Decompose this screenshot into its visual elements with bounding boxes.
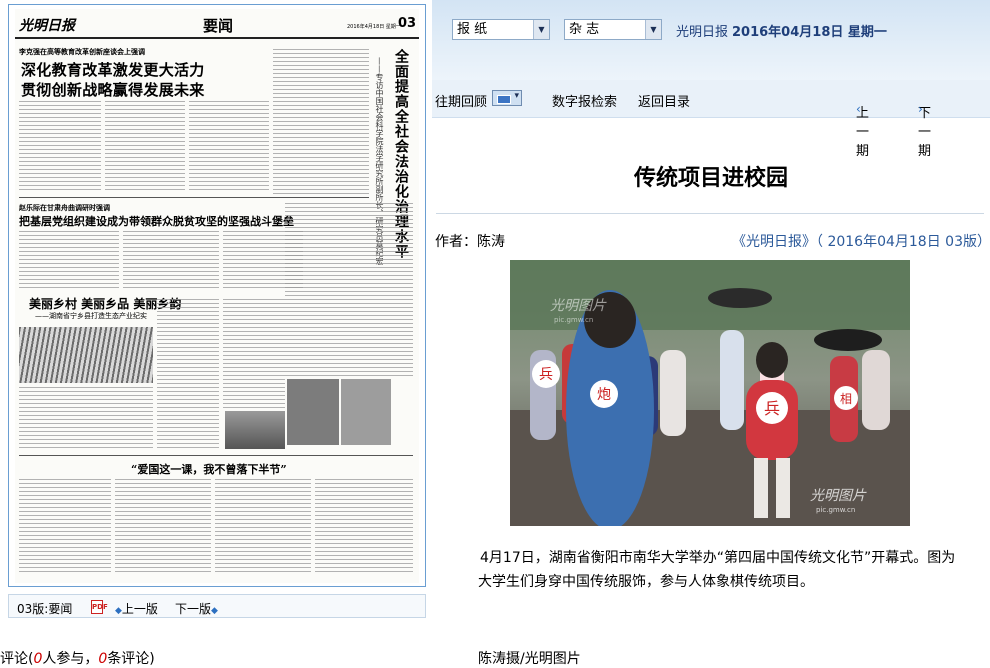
arrow-right-icon: ◆ [211,606,218,616]
chevron-right-icon: › [918,102,923,116]
calendar-dropdown-icon[interactable] [492,90,522,106]
article-source-link[interactable]: 《光明日报》（ 2016年04月18日 03版） [732,231,990,251]
story2-kicker[interactable]: 赵乐际在甘肃舟曲调研时强调 [19,203,110,213]
newspaper-panel: 光明日报 要闻 2016年4月18日 星期一 03 李克强在高等教育改革创新座谈… [0,0,432,668]
magazine-select[interactable]: 杂 志 ▼ [564,19,662,40]
past-issues-link[interactable]: 往期回顾 [435,91,487,110]
newspaper-page-number: 03 [398,16,417,31]
story1-headline-line2[interactable]: 贯彻创新战略赢得发展未来 [21,79,205,100]
story1-headline-line1[interactable]: 深化教育改革激发更大活力 [21,59,205,80]
comment-summary[interactable]: 评论(0人参与，0条评论) [0,648,432,668]
story1-text-col2 [105,101,185,193]
story1-kicker[interactable]: 李克强在高等教育改革创新座谈会上强调 [19,47,145,57]
page-navigation: 03版:要闻 PDF ◆上一版 下一版◆ [8,594,426,618]
story4-text-col3 [215,479,311,575]
digital-search-link[interactable]: 数字报检索 [552,91,617,110]
story4-text-col2 [115,479,211,575]
prev-page-link[interactable]: ◆上一版 [115,600,158,617]
story5-text-top [273,49,369,199]
story3-text-col1 [19,387,153,451]
participant-label: 人参与， [42,651,99,667]
next-page-label: 下一版 [175,602,212,616]
newspaper-header: 光明日报 要闻 2016年4月18日 星期一 03 [15,9,419,39]
chess-piece-label: 炮 [597,387,611,403]
divider [19,455,413,456]
story4-photo[interactable] [225,411,285,449]
comment-count: 0 [98,651,108,667]
next-page-link[interactable]: 下一版◆ [175,600,218,617]
comment-count-label: 条评论) [107,651,155,667]
article-photo[interactable]: 兵 炮 兵 相 光明图片 pic.gmw.cn 光明图片 pic.gmw.cn [510,260,910,526]
chess-piece-label: 相 [840,392,852,406]
photo-watermark: 光明图片 [810,488,867,504]
newspaper-masthead: 光明日报 [19,18,75,34]
story5-photo-a[interactable] [287,379,339,445]
chess-piece-label: 兵 [764,399,780,418]
newspaper-date-line: 2016年4月18日 星期一 [347,24,401,30]
divider [19,197,369,198]
photo-watermark-url: pic.gmw.cn [816,506,855,514]
magazine-select-value: 杂 志 [569,22,600,37]
paper-date: 2016年04月18日 星期一 [732,25,887,40]
newspaper-page-frame[interactable]: 光明日报 要闻 2016年4月18日 星期一 03 李克强在高等教育改革创新座谈… [8,4,426,587]
toolbar: 往期回顾 数字报检索 返回目录 ‹ 上一期 下一期 › [432,80,990,159]
story3-photo[interactable] [19,327,153,383]
story1-text-col3 [189,101,269,193]
chevron-down-icon: ▼ [645,20,661,39]
story3-subhead: ——湖南省宁乡县打造生态产业纪实 [35,312,147,320]
photo-watermark-url: pic.gmw.cn [554,316,593,324]
paper-name: 光明日报 [676,25,729,40]
story5-text-mid [285,203,413,378]
title-divider [436,213,984,214]
article-title: 传统项目进校园 [633,166,788,191]
newspaper-select[interactable]: 报 纸 ▼ [452,19,550,40]
pdf-icon[interactable]: PDF [91,600,108,614]
story4-text-col1 [19,479,111,575]
newspaper-section: 要闻 [203,17,234,35]
chess-piece-label: 兵 [539,367,553,383]
story3-text-col2 [157,299,219,449]
article-author: 作者：陈涛 [435,234,505,250]
chevron-down-icon: ▼ [533,20,549,39]
story2-text-col1 [19,231,119,291]
photo-watermark: 光明图片 [550,298,607,314]
story5-photo-b[interactable] [341,379,391,445]
story4-text-col4 [315,479,413,575]
prev-issue-label: 上一期 [856,106,870,159]
story1-text-col1 [19,101,101,193]
back-to-index-link[interactable]: 返回目录 [638,91,690,110]
newspaper-page-image[interactable]: 光明日报 要闻 2016年4月18日 星期一 03 李克强在高等教育改革创新座谈… [15,9,419,583]
story4-headline[interactable]: “爱国这一课，我不曾落下半节” [131,461,287,477]
comment-label: 评论( [0,651,34,667]
story2-text-col2 [123,231,219,291]
photo-caption: 4月17日，湖南省衡阳市南华大学举办“第四届中国传统文化节”开幕式。图为大学生们… [478,546,968,594]
top-bar: 报 纸 ▼ 杂 志 ▼ 光明日报 2016年04月18日 星期一 [432,0,990,80]
newspaper-select-value: 报 纸 [457,22,488,37]
article-photo-scene: 兵 炮 兵 相 光明图片 pic.gmw.cn 光明图片 pic.gmw.cn [510,260,910,526]
photo-caption-text: 4月17日，湖南省衡阳市南华大学举办“第四届中国传统文化节”开幕式。图为大学生们… [478,550,956,590]
current-page-label[interactable]: 03版:要闻 [17,600,72,617]
story3-text-col3 [223,299,285,409]
prev-page-label: 上一版 [121,602,158,616]
photo-credit: 陈涛摄/光明图片 [478,651,581,667]
story2-headline[interactable]: 把基层党组织建设成为带领群众脱贫攻坚的坚强战斗堡垒 [19,213,294,229]
arrow-right-icon: ◆ [115,606,122,616]
